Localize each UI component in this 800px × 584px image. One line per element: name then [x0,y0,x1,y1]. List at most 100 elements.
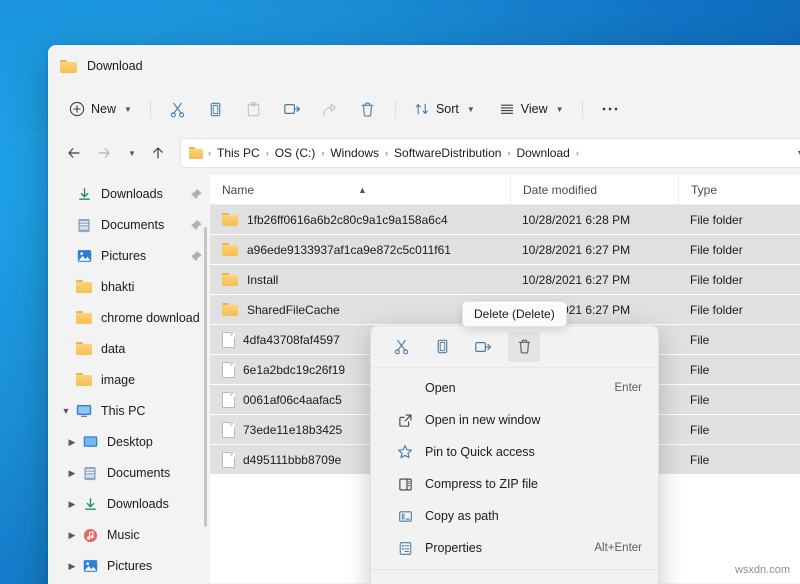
menu-item-pin-to-quick-access[interactable]: Pin to Quick access [375,436,654,468]
context-menu-toolbar [371,326,658,368]
see-more-button[interactable] [592,94,628,124]
up-button[interactable] [144,139,172,167]
cut-button[interactable] [385,332,417,362]
file-date-cell: 10/28/2021 6:27 PM [510,273,678,287]
menu-item-label: Pin to Quick access [425,445,642,459]
forward-button[interactable] [90,139,118,167]
copy-icon [207,101,224,118]
download-icon [74,187,94,202]
sidebar-item-chrome-download[interactable]: chrome download [52,303,206,333]
chevron-down-icon[interactable]: ▼ [796,148,800,158]
column-header-name[interactable]: Name ▲ [210,175,510,205]
plus-circle-icon [69,101,85,117]
desktop-icon [80,435,100,449]
breadcrumb-item-windows[interactable]: Windows [325,142,384,164]
menu-item-open[interactable]: Open Enter [375,372,654,404]
folder-icon [189,147,204,160]
delete-button[interactable] [508,332,540,362]
new-button[interactable]: New ▼ [60,94,141,124]
sidebar-item-pictures-pc[interactable]: ▶ Pictures [52,551,206,581]
chevron-right-icon[interactable]: ▶ [64,468,80,479]
chevron-down-icon[interactable]: ▼ [58,406,74,416]
folder-icon [74,342,94,356]
sidebar-item-label: image [101,373,206,387]
file-type-cell: File [678,453,800,467]
table-row[interactable]: 1fb26ff0616a6b2c80c9a1c9a158a6c4 10/28/2… [210,205,800,234]
rename-button[interactable] [467,332,499,362]
copy-button[interactable] [198,94,234,124]
sidebar-item-documents[interactable]: Documents [52,210,206,240]
sidebar-item-pictures[interactable]: Pictures [52,241,206,271]
share-button[interactable] [312,94,348,124]
sidebar-item-downloads[interactable]: Downloads [52,179,206,209]
breadcrumb-item-softwaredistribution[interactable]: SoftwareDistribution [389,142,506,164]
delete-button[interactable] [350,94,386,124]
chevron-right-icon[interactable]: ▶ [64,530,80,541]
menu-item-label: Open [425,381,615,395]
chevron-right-icon[interactable]: ▶ [64,437,80,448]
open-new-window-icon [397,413,413,428]
file-name: d495111bbb8709e [243,453,341,467]
folder-icon [222,243,239,257]
arrow-left-icon [66,145,82,161]
folder-icon [60,59,78,74]
breadcrumb-item-this-pc[interactable]: This PC [212,142,265,164]
sidebar-item-this-pc[interactable]: ▼ This PC [52,396,206,426]
menu-item-compress-to-zip[interactable]: Compress to ZIP file [375,468,654,500]
chevron-right-icon[interactable]: ▶ [64,499,80,510]
menu-item-accel: Alt+Enter [594,542,642,554]
address-bar[interactable]: › This PC › OS (C:) › Windows › Software… [180,138,800,168]
recent-locations-button[interactable]: ▼ [120,139,142,167]
breadcrumb-item-os-c[interactable]: OS (C:) [270,142,321,164]
back-button[interactable] [60,139,88,167]
properties-icon [397,541,413,556]
cut-button[interactable] [160,94,196,124]
sidebar-item-desktop[interactable]: ▶ Desktop [52,427,206,457]
folder-icon [74,311,94,325]
paste-button[interactable] [236,94,272,124]
cut-icon [393,338,410,355]
file-explorer-window: Download New ▼ [48,45,800,584]
menu-item-properties[interactable]: Properties Alt+Enter [375,532,654,564]
menu-item-label: Copy as path [425,509,642,523]
breadcrumb-item-download[interactable]: Download [511,142,574,164]
sort-button[interactable]: Sort ▼ [405,94,484,124]
table-row[interactable]: a96ede9133937af1ca9e872c5c011f61 10/28/2… [210,235,800,264]
sidebar-item-music[interactable]: ▶ Music [52,520,206,550]
sidebar-item-bhakti[interactable]: bhakti [52,272,206,302]
menu-item-accel: Enter [615,382,643,394]
copy-button[interactable] [426,332,458,362]
file-icon [222,452,235,468]
chevron-down-icon: ▼ [128,149,136,158]
file-name-cell: Install [210,273,510,287]
menu-item-open-in-windows-terminal[interactable]: Open in Windows Terminal [375,575,654,584]
menu-item-open-in-new-window[interactable]: Open in new window [375,404,654,436]
rename-button[interactable] [274,94,310,124]
view-button-label: View [521,102,548,116]
toolbar-divider [150,100,151,118]
arrow-right-icon [96,145,112,161]
sidebar-scrollbar[interactable] [204,227,207,527]
sort-ascending-icon: ▲ [358,175,367,205]
chevron-right-icon[interactable]: ▶ [64,561,80,572]
column-header-date-modified[interactable]: Date modified [510,175,678,205]
sidebar-item-documents-pc[interactable]: ▶ Documents [52,458,206,488]
toolbar-divider [582,100,583,118]
table-row[interactable]: Install 10/28/2021 6:27 PM File folder [210,265,800,294]
folder-icon [222,273,239,287]
file-name: 6e1a2bdc19c26f19 [243,363,345,377]
view-button[interactable]: View ▼ [490,94,573,124]
sidebar-item-label: Music [107,528,206,542]
sidebar-item-label: Desktop [107,435,206,449]
file-type-cell: File [678,423,800,437]
menu-item-copy-as-path[interactable]: Copy as path [375,500,654,532]
sidebar-item-data[interactable]: data [52,334,206,364]
sidebar-item-label: bhakti [101,280,206,294]
file-type-cell: File [678,363,800,377]
pin-icon[interactable] [190,188,206,201]
trash-icon [359,101,376,118]
chevron-down-icon: ▼ [467,105,475,114]
sidebar-item-image[interactable]: image [52,365,206,395]
column-header-type[interactable]: Type [678,175,800,205]
sidebar-item-downloads-pc[interactable]: ▶ Downloads [52,489,206,519]
